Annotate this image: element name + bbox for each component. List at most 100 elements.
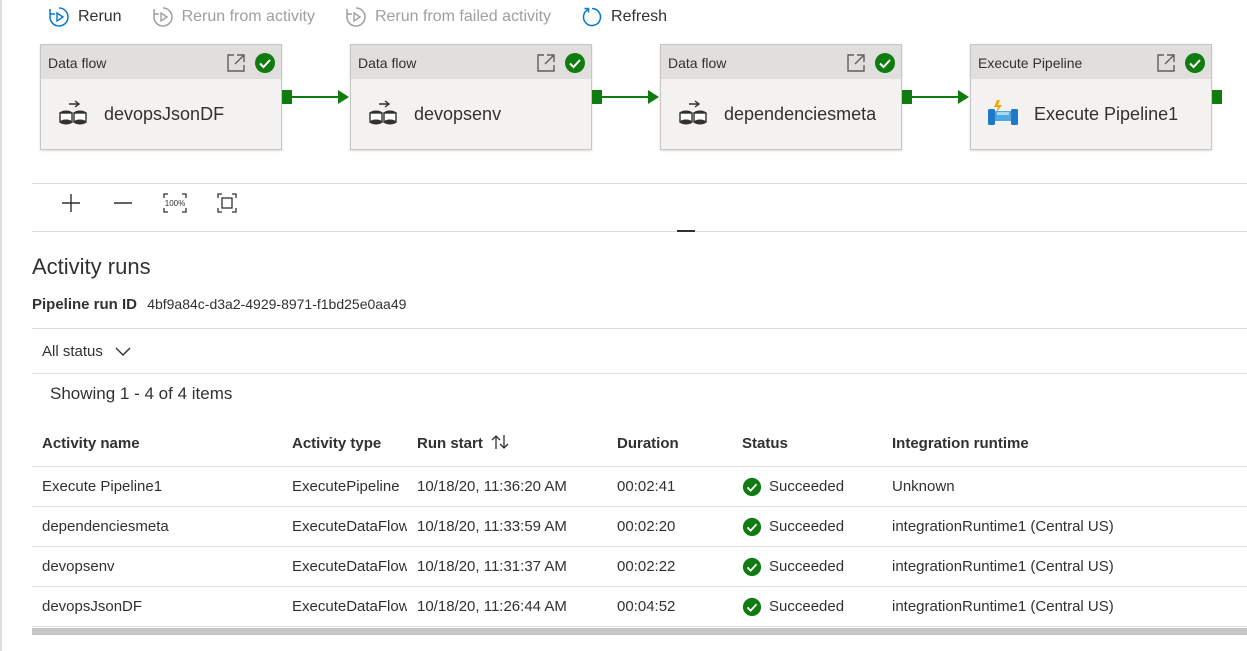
table-row[interactable]: Execute Pipeline1 ExecutePipeline 10/18/… — [32, 466, 1247, 507]
output-port[interactable] — [1212, 90, 1222, 104]
dataflow-icon — [677, 100, 709, 128]
activity-node-devopsjsondf[interactable]: Data flow devopsJsonDF — [40, 44, 282, 150]
cell-integration-runtime: Unknown — [882, 466, 1247, 507]
canvas-zoom-controls: 100% — [58, 190, 266, 216]
run-id-label: Pipeline run ID — [32, 296, 138, 313]
refresh-button[interactable]: Refresh — [581, 6, 667, 28]
zoom-out-button[interactable] — [110, 190, 136, 216]
cell-run-start: 10/18/20, 11:33:59 AM — [407, 506, 607, 547]
cell-run-start: 10/18/20, 11:26:44 AM — [407, 586, 607, 627]
node-type-label: Data flow — [358, 55, 417, 71]
node-type-label: Execute Pipeline — [978, 55, 1083, 71]
success-check-icon — [742, 557, 762, 576]
cell-duration: 00:02:22 — [607, 546, 732, 587]
rerun-from-failed-button[interactable]: Rerun from failed activity — [345, 6, 551, 28]
refresh-label: Refresh — [611, 8, 668, 25]
activity-runs-table: Activity name Activity type Run start Du… — [32, 420, 1247, 627]
column-header-activity-type[interactable]: Activity type — [282, 420, 407, 467]
pane-splitter-handle[interactable] — [677, 230, 695, 232]
column-header-status[interactable]: Status — [732, 420, 882, 467]
success-check-icon — [1185, 53, 1205, 73]
open-external-icon[interactable] — [845, 52, 867, 74]
connector-line — [912, 96, 962, 98]
rerun-label: Rerun — [78, 8, 122, 25]
cell-activity-name[interactable]: devopsenv — [32, 546, 282, 587]
success-check-icon — [565, 53, 585, 73]
cell-integration-runtime: integrationRuntime1 (Central US) — [882, 546, 1247, 587]
pipeline-canvas[interactable]: Data flow devopsJsonDF Data flow devopse… — [32, 34, 1247, 184]
table-row[interactable]: dependenciesmeta ExecuteDataFlow 10/18/2… — [32, 506, 1247, 547]
horizontal-scrollbar[interactable] — [32, 628, 1247, 635]
chevron-down-icon — [115, 347, 131, 356]
node-name: Execute Pipeline1 — [1034, 103, 1179, 124]
status-text: Succeeded — [769, 518, 845, 535]
open-external-icon[interactable] — [1155, 52, 1177, 74]
fit-to-screen-button[interactable] — [214, 190, 240, 216]
zoom-100-button[interactable]: 100% — [162, 190, 188, 216]
status-filter-dropdown[interactable]: All status — [42, 343, 131, 360]
column-header-activity-name[interactable]: Activity name — [32, 420, 282, 467]
run-id-value: 4bf9a84c-d3a2-4929-8971-f1bd25e0aa49 — [147, 296, 407, 312]
cell-activity-name[interactable]: devopsJsonDF — [32, 586, 282, 627]
zoom-100-text: 100% — [165, 199, 185, 208]
column-header-run-start[interactable]: Run start — [407, 420, 607, 467]
output-port[interactable] — [902, 90, 912, 104]
execute-pipeline-icon — [987, 100, 1019, 128]
success-check-icon — [742, 517, 762, 536]
divider — [32, 183, 1247, 184]
pipeline-run-id: Pipeline run ID 4bf9a84c-d3a2-4929-8971-… — [32, 296, 406, 313]
activity-node-devopsenv[interactable]: Data flow devopsenv — [350, 44, 592, 150]
rerun-from-failed-label: Rerun from failed activity — [374, 8, 552, 25]
cell-activity-name[interactable]: dependenciesmeta — [32, 506, 282, 547]
refresh-icon — [582, 7, 602, 27]
open-external-icon[interactable] — [225, 52, 247, 74]
open-external-icon[interactable] — [535, 52, 557, 74]
cell-integration-runtime: integrationRuntime1 (Central US) — [882, 506, 1247, 547]
node-type-label: Data flow — [48, 55, 107, 71]
fit-screen-icon — [217, 193, 237, 213]
cell-activity-type: ExecuteDataFlow — [282, 506, 407, 547]
node-header: Data flow — [661, 45, 901, 79]
cell-activity-name[interactable]: Execute Pipeline1 — [32, 466, 282, 507]
items-count-text: Showing 1 - 4 of 4 items — [50, 384, 233, 403]
activity-node-dependenciesmeta[interactable]: Data flow dependenciesmeta — [660, 44, 902, 150]
rerun-button[interactable]: Rerun — [48, 6, 122, 28]
activity-node-execute-pipeline1[interactable]: Execute Pipeline Execute Pipeline1 — [970, 44, 1212, 150]
output-port[interactable] — [592, 90, 602, 104]
connector-arrow — [338, 90, 349, 104]
success-check-icon — [742, 477, 762, 496]
output-port[interactable] — [282, 90, 292, 104]
table-row[interactable]: devopsenv ExecuteDataFlow 10/18/20, 11:3… — [32, 546, 1247, 587]
success-check-icon — [875, 53, 895, 73]
success-check-icon — [742, 597, 762, 616]
zoom-in-button[interactable] — [58, 190, 84, 216]
status-text: Succeeded — [769, 598, 845, 615]
status-cell: Succeeded — [742, 517, 882, 537]
rerun-from-activity-button[interactable]: Rerun from activity — [152, 6, 315, 28]
status-cell: Succeeded — [742, 477, 882, 497]
cell-duration: 00:04:52 — [607, 586, 732, 627]
cell-duration: 00:02:20 — [607, 506, 732, 547]
table-row[interactable]: devopsJsonDF ExecuteDataFlow 10/18/20, 1… — [32, 586, 1247, 627]
cell-activity-type: ExecuteDataFlow — [282, 586, 407, 627]
node-header: Data flow — [41, 45, 281, 79]
cell-duration: 00:02:41 — [607, 466, 732, 507]
connector-line — [602, 96, 652, 98]
sort-icon[interactable] — [491, 434, 509, 450]
node-header: Data flow — [351, 45, 591, 79]
status-cell: Succeeded — [742, 597, 882, 617]
cell-activity-type: ExecutePipeline — [282, 466, 407, 507]
table-header-row: Activity name Activity type Run start Du… — [32, 420, 1247, 467]
section-title: Activity runs — [32, 254, 151, 279]
node-header: Execute Pipeline — [971, 45, 1211, 79]
rerun-icon — [49, 7, 69, 27]
column-header-integration-runtime[interactable]: Integration runtime — [882, 420, 1247, 467]
status-cell: Succeeded — [742, 557, 882, 577]
rerun-icon — [152, 7, 173, 27]
column-header-duration[interactable]: Duration — [607, 420, 732, 467]
dataflow-icon — [57, 100, 89, 128]
success-check-icon — [255, 53, 275, 73]
divider — [32, 373, 1247, 374]
rerun-icon — [346, 7, 366, 27]
cell-run-start: 10/18/20, 11:36:20 AM — [407, 466, 607, 507]
